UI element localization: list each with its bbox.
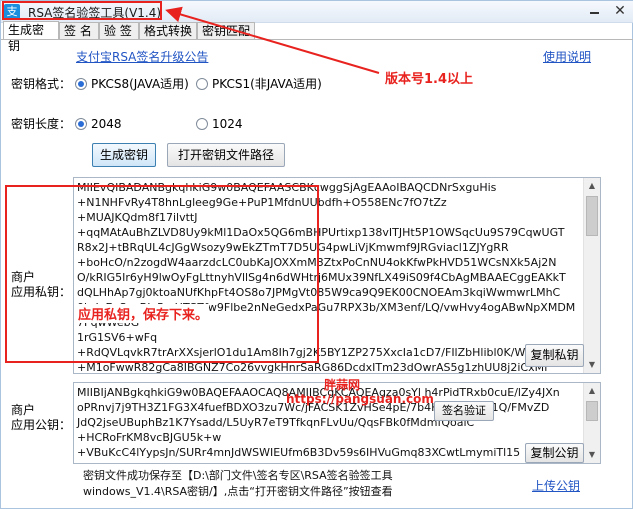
app-window: 支 RSA签名验签工具(V1.4) ✕ 生成密钥 签 名 验 签 格式转换 密钥… — [0, 0, 633, 509]
version-arrow — [165, 6, 380, 74]
annotation-arrows — [165, 6, 380, 74]
